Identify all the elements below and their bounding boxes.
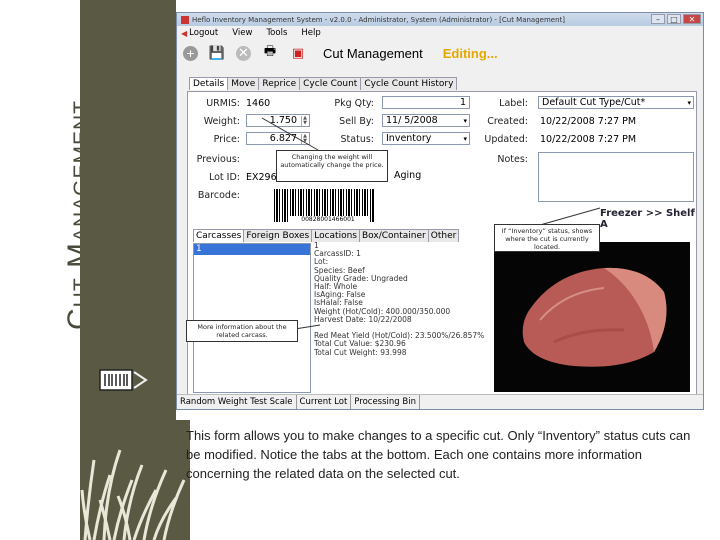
status-select[interactable]: Inventory ▾ <box>382 132 470 145</box>
status-current-lot[interactable]: Current Lot <box>297 395 352 409</box>
tab-reprice[interactable]: Reprice <box>258 77 301 90</box>
weight-label: Weight: <box>203 116 240 127</box>
weight-field[interactable]: 1.750 ▲ ▼ <box>246 114 310 127</box>
tab-move[interactable]: Move <box>227 77 260 90</box>
bottom-tabs: Carcasses Foreign Boxes Locations Box/Co… <box>193 229 460 242</box>
aging-label: Aging <box>394 170 422 181</box>
status-label: Status: <box>340 134 374 145</box>
chevron-down-icon: ▾ <box>463 135 467 143</box>
carcass-callout: More information about the related carca… <box>186 320 298 342</box>
close-button[interactable]: ✕ <box>683 14 701 24</box>
tab-box-container[interactable]: Box/Container <box>359 229 429 242</box>
lotid-value: EX296 <box>246 172 277 183</box>
label-label: Label: <box>499 98 528 109</box>
menu-tools[interactable]: Tools <box>266 28 287 38</box>
created-label: Created: <box>487 116 528 127</box>
sidebar: Cut Management <box>0 0 95 540</box>
status-scale[interactable]: Random Weight Test Scale <box>177 395 297 409</box>
label-select[interactable]: Default Cut Type/Cut* ▾ <box>538 96 694 109</box>
carcass-list[interactable]: 1 <box>193 243 311 393</box>
notes-field[interactable] <box>538 152 694 202</box>
delete-icon[interactable]: ▣ <box>289 44 307 62</box>
status-callout: If “Inventory” status, shows where the c… <box>494 224 600 252</box>
created-value: 10/22/2008 7:27 PM <box>540 116 637 127</box>
meat-photo <box>494 242 690 392</box>
barcode-label: Barcode: <box>197 190 240 201</box>
weight-callout: Changing the weight will automatically c… <box>276 150 388 182</box>
price-label: Price: <box>213 134 240 145</box>
print-icon[interactable]: 🖶 <box>261 44 279 62</box>
menu-view[interactable]: View <box>232 28 252 38</box>
menu-logout[interactable]: ◀ Logout <box>181 28 218 38</box>
app-window: Heflo Inventory Management System - v2.0… <box>176 12 704 410</box>
carcass-details: 1 CarcassID: 1 Lot: Species: Beef Qualit… <box>314 241 485 357</box>
lotid-label: Lot ID: <box>208 172 240 183</box>
price-field[interactable]: 6.827 ▲ ▼ <box>246 132 310 145</box>
app-icon <box>181 15 189 24</box>
list-item[interactable]: 1 <box>194 244 310 255</box>
menu-help[interactable]: Help <box>301 28 320 38</box>
pkgqty-label: Pkg Qty: <box>334 98 374 109</box>
tab-carcasses[interactable]: Carcasses <box>193 229 245 242</box>
barcode-scanner-icon <box>99 369 148 391</box>
pkgqty-field[interactable]: 1 <box>382 96 470 109</box>
menu-bar: ◀ Logout View Tools Help <box>177 26 703 40</box>
previous-label: Previous: <box>196 154 240 165</box>
updated-value: 10/22/2008 7:27 PM <box>540 134 637 145</box>
grass-decoration <box>80 420 190 540</box>
save-icon[interactable]: 💾 <box>208 44 226 62</box>
logout-icon: ◀ <box>181 28 188 38</box>
top-tabs: Details Move Reprice Cycle Count Cycle C… <box>189 77 458 90</box>
urmis-value: 1460 <box>246 98 271 109</box>
editing-indicator: Editing... <box>442 45 498 61</box>
sellby-label: Sell By: <box>339 116 374 127</box>
calendar-dropdown-icon[interactable]: ▾ <box>463 115 467 127</box>
details-panel: URMIS: 1460 Weight: 1.750 ▲ ▼ Price: 6.827… <box>187 91 697 395</box>
tab-details[interactable]: Details <box>189 77 229 90</box>
maximize-button[interactable]: □ <box>667 14 681 24</box>
tab-foreign-boxes[interactable]: Foreign Boxes <box>243 229 313 242</box>
tab-other[interactable]: Other <box>427 229 460 242</box>
chevron-down-icon: ▾ <box>687 99 691 107</box>
add-icon[interactable]: + <box>183 45 198 61</box>
notes-label: Notes: <box>497 154 528 165</box>
urmis-label: URMIS: <box>206 98 240 109</box>
sellby-field[interactable]: 11/ 5/2008 ▾ <box>382 114 470 127</box>
cancel-icon[interactable]: ✕ <box>236 45 251 61</box>
toolbar: + 💾 ✕ 🖶 ▣ Cut Management Editing... <box>177 40 703 66</box>
status-processing-bin[interactable]: Processing Bin <box>351 395 420 409</box>
updated-label: Updated: <box>484 134 528 145</box>
window-title: Heflo Inventory Management System - v2.0… <box>192 15 566 24</box>
barcode-number: 00828001466001 <box>288 216 368 223</box>
title-bar: Heflo Inventory Management System - v2.0… <box>177 13 703 26</box>
slide-caption: This form allows you to make changes to … <box>186 428 691 481</box>
tab-cycle-count[interactable]: Cycle Count <box>299 77 362 90</box>
status-bar: Random Weight Test Scale Current Lot Pro… <box>177 394 703 409</box>
location-text: Freezer >> Shelf A <box>600 208 695 230</box>
minimize-button[interactable]: – <box>651 14 665 24</box>
screen-title: Cut Management <box>323 45 423 61</box>
tab-cycle-count-history[interactable]: Cycle Count History <box>360 77 458 90</box>
